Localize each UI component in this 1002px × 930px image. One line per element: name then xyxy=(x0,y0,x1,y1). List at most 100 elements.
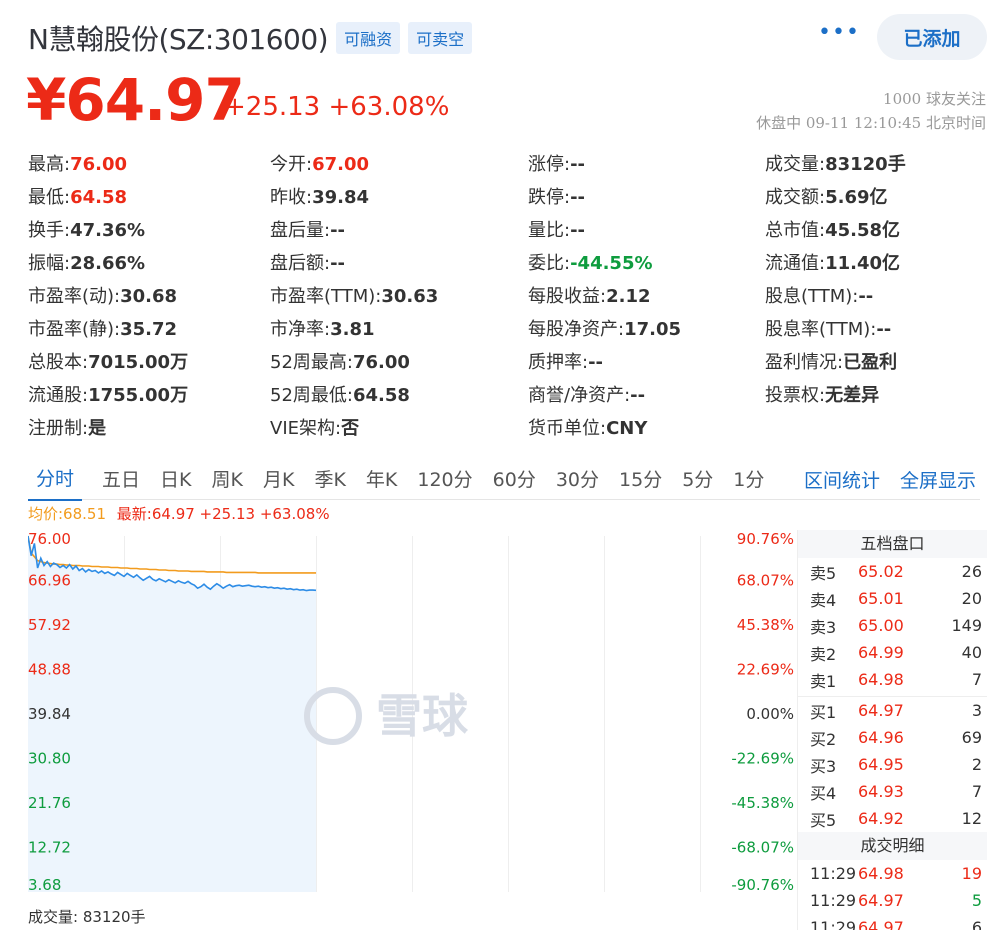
stat-item: 涨停:-- xyxy=(528,150,765,176)
level-price: 64.95 xyxy=(858,755,904,774)
trade-time: 11:29 xyxy=(810,918,857,930)
level-volume: 149 xyxy=(951,616,982,635)
stat-label: 注册制: xyxy=(28,417,89,439)
tab-period[interactable]: 周K xyxy=(212,459,243,500)
stat-value: 64.58 xyxy=(352,384,410,406)
level-volume: 2 xyxy=(971,755,982,774)
followers-count[interactable]: 1000 球友关注 xyxy=(883,88,986,109)
trade-volume: 6 xyxy=(971,918,982,930)
stat-value: 17.05 xyxy=(624,318,682,340)
stat-item: 商誉/净资产:-- xyxy=(528,381,765,407)
level-name: 买2 xyxy=(810,729,837,749)
more-dots-icon[interactable]: ••• xyxy=(818,20,860,45)
ask-row[interactable]: 卖2 64.99 40 xyxy=(798,639,987,666)
stat-value: 11.40亿 xyxy=(825,252,901,274)
stat-item: 股息(TTM):-- xyxy=(765,282,968,308)
stat-label: 市盈率(静): xyxy=(28,318,121,340)
range-stats-button[interactable]: 区间统计 xyxy=(804,466,880,493)
stock-title: N慧翰股份(SZ:301600) xyxy=(28,23,329,56)
trade-list: 11:29 64.98 19 11:29 64.97 5 11:29 64.97 6 xyxy=(798,860,987,930)
tab-period[interactable]: 30分 xyxy=(556,459,599,500)
market-status-time: 休盘中 09-11 12:10:45 北京时间 xyxy=(756,114,986,132)
stat-item: 流通值:11.40亿 xyxy=(765,249,968,275)
margin-financing-tag[interactable]: 可融资 xyxy=(336,22,401,54)
ask-row[interactable]: 卖1 64.98 7 xyxy=(798,666,987,693)
level-name: 卖5 xyxy=(810,563,837,583)
level-volume: 20 xyxy=(961,589,982,608)
stat-label: 每股收益: xyxy=(528,285,607,307)
stat-value: 无差异 xyxy=(825,384,880,406)
price-tick-label: 66.96 xyxy=(28,572,71,590)
ask-row[interactable]: 卖4 65.01 20 xyxy=(798,585,987,612)
stat-label: 盈利情况: xyxy=(765,351,844,373)
latest-price-legend: 最新:64.97 +25.13 +63.08% xyxy=(116,505,330,523)
stats-row: 市盈率(静):35.72 市净率:3.81 每股净资产:17.05 股息率(TTM):… xyxy=(28,311,968,344)
tab-period[interactable]: 15分 xyxy=(619,459,662,500)
fullscreen-button[interactable]: 全屏显示 xyxy=(900,466,976,493)
stat-label: 昨收: xyxy=(270,186,313,208)
stat-item: 总股本:7015.00万 xyxy=(28,348,270,374)
bid-row[interactable]: 买3 64.95 2 xyxy=(798,751,987,778)
added-watchlist-button[interactable]: 已添加 xyxy=(877,14,987,60)
stats-row: 流通股:1755.00万 52周最低:64.58 商誉/净资产:-- 投票权:无差异 xyxy=(28,377,968,410)
level-volume: 26 xyxy=(961,562,982,581)
stat-item: 投票权:无差异 xyxy=(765,381,968,407)
stat-label: 市盈率(TTM): xyxy=(270,285,382,307)
stat-item: 最低:64.58 xyxy=(28,183,270,209)
ask-row[interactable]: 卖3 65.00 149 xyxy=(798,612,987,639)
pct-tick-label: 90.76% xyxy=(737,530,794,548)
stat-item: 市盈率(动):30.68 xyxy=(28,282,270,308)
tab-period[interactable]: 1分 xyxy=(733,459,764,500)
intraday-chart[interactable]: 雪球 76.00 66.96 57.92 48.88 39.84 30.80 21.76 12.… xyxy=(28,530,798,902)
level-price: 64.93 xyxy=(858,782,904,801)
stat-value: 39.84 xyxy=(312,186,370,208)
trade-detail-title: 成交明细 xyxy=(798,832,987,860)
ask-row[interactable]: 卖5 65.02 26 xyxy=(798,558,987,585)
xueqiu-watermark: 雪球 xyxy=(304,687,469,745)
pct-tick-label: 68.07% xyxy=(737,572,794,590)
trade-row: 11:29 64.97 5 xyxy=(798,887,987,914)
tab-period[interactable]: 年K xyxy=(366,459,397,500)
tab-period[interactable]: 五日 xyxy=(102,459,140,500)
bid-row[interactable]: 买5 64.92 12 xyxy=(798,805,987,832)
stat-label: 成交量: xyxy=(765,153,826,175)
level-price: 64.92 xyxy=(858,809,904,828)
level-price: 65.02 xyxy=(858,562,904,581)
stat-value: 76.00 xyxy=(70,153,128,175)
stat-label: 52周最低: xyxy=(270,384,353,406)
order-book-title: 五档盘口 xyxy=(798,530,987,558)
pct-tick-label: -68.07% xyxy=(731,839,794,857)
level-price: 64.99 xyxy=(858,643,904,662)
bid-row[interactable]: 买4 64.93 7 xyxy=(798,778,987,805)
tab-period[interactable]: 季K xyxy=(314,459,345,500)
price-tick-label: 12.72 xyxy=(28,839,71,857)
stat-item: 振幅:28.66% xyxy=(28,249,270,275)
stat-label: 流通值: xyxy=(765,252,826,274)
level-name: 买4 xyxy=(810,783,837,803)
bid-list: 买1 64.97 3 买2 64.96 69 买3 64.95 2 买4 64.93 7 买5 64.92… xyxy=(798,697,987,832)
stat-label: 量比: xyxy=(528,219,571,241)
stat-label: 换手: xyxy=(28,219,71,241)
tab-period[interactable]: 5分 xyxy=(682,459,713,500)
stat-item: 每股净资产:17.05 xyxy=(528,315,765,341)
stat-value: 7015.00万 xyxy=(88,351,189,373)
price-tick-label: 76.00 xyxy=(28,530,71,548)
stat-item: 总市值:45.58亿 xyxy=(765,216,968,242)
short-selling-tag[interactable]: 可卖空 xyxy=(408,22,473,54)
stat-label: 最低: xyxy=(28,186,71,208)
stat-value: -- xyxy=(570,219,586,241)
tab-period[interactable]: 分时 xyxy=(28,458,83,501)
stat-value: 2.12 xyxy=(606,285,651,307)
stat-value: 35.72 xyxy=(120,318,178,340)
stat-item: 最高:76.00 xyxy=(28,150,270,176)
level-name: 买5 xyxy=(810,810,837,830)
stock-header: N慧翰股份(SZ:301600) 可融资 可卖空 xyxy=(28,18,473,58)
tab-period[interactable]: 日K xyxy=(160,459,191,500)
stat-label: 质押率: xyxy=(528,351,589,373)
stat-item: 每股收益:2.12 xyxy=(528,282,765,308)
tab-period[interactable]: 60分 xyxy=(493,459,536,500)
bid-row[interactable]: 买1 64.97 3 xyxy=(798,697,987,724)
bid-row[interactable]: 买2 64.96 69 xyxy=(798,724,987,751)
tab-period[interactable]: 120分 xyxy=(417,459,472,500)
tab-period[interactable]: 月K xyxy=(263,459,294,500)
